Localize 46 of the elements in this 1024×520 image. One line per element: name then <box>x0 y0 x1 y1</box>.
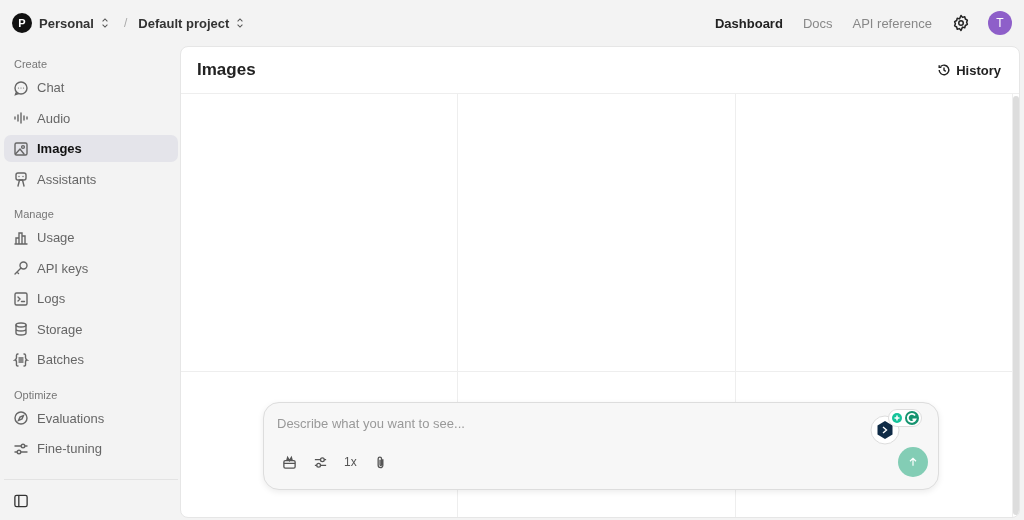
sidebar-item[interactable]: Usage <box>4 224 178 251</box>
sidebar-item[interactable]: Images <box>4 135 178 162</box>
chat-icon <box>13 79 29 96</box>
sliders-icon[interactable] <box>313 454 328 470</box>
sidebar-item[interactable]: API keys <box>4 254 178 282</box>
gift-icon[interactable] <box>282 454 297 470</box>
nav-link[interactable]: Dashboard <box>714 15 783 31</box>
sidebar-item[interactable]: Batches <box>4 346 178 373</box>
chevron-updown-icon <box>236 17 245 29</box>
section-label: Optimize <box>13 387 59 403</box>
section-label: Manage <box>13 207 55 222</box>
sidebar-item[interactable]: Audio <box>4 104 178 132</box>
waveform-icon <box>13 110 29 126</box>
grammar-icon[interactable] <box>888 409 922 427</box>
breadcrumb-separator: / <box>123 16 128 30</box>
terminal-icon <box>13 290 29 307</box>
sidebar-item[interactable]: Evaluations <box>4 404 178 432</box>
chevron-updown-icon <box>100 17 109 29</box>
history-icon <box>937 63 952 77</box>
page-title: Images <box>197 60 256 80</box>
sidebar-item[interactable]: Assistants <box>4 165 178 193</box>
sidebar-item[interactable]: Chat <box>4 74 178 101</box>
org-avatar[interactable]: P <box>12 13 32 33</box>
image-icon <box>13 140 29 157</box>
sidebar-item[interactable]: Storage <box>4 315 178 343</box>
history-button[interactable]: History <box>935 60 1003 80</box>
project-selector[interactable]: Default project <box>138 15 230 31</box>
arrow-up-icon <box>907 456 919 468</box>
scrollbar[interactable] <box>1013 96 1019 515</box>
braces-icon <box>13 351 29 368</box>
sidebar-item[interactable]: Logs <box>4 285 178 312</box>
user-avatar[interactable]: T <box>988 11 1012 35</box>
nav-link[interactable]: Docs <box>802 15 833 31</box>
key-icon <box>13 260 29 276</box>
org-selector[interactable]: Personal <box>39 15 94 31</box>
prompt-field[interactable]: Describe what you want to see... 1x <box>263 402 939 490</box>
settings-icon[interactable] <box>952 14 970 32</box>
nav-link[interactable]: API reference <box>852 15 932 31</box>
database-icon <box>13 321 29 337</box>
sidebar-item[interactable]: Fine-tuning <box>4 435 178 462</box>
section-label: Create <box>13 57 49 72</box>
sidebar-toggle-icon[interactable] <box>14 494 28 508</box>
bar-chart-icon <box>13 229 29 246</box>
count-button[interactable]: 1x <box>344 455 357 469</box>
compass-icon <box>13 410 29 426</box>
robot-icon <box>13 171 29 187</box>
